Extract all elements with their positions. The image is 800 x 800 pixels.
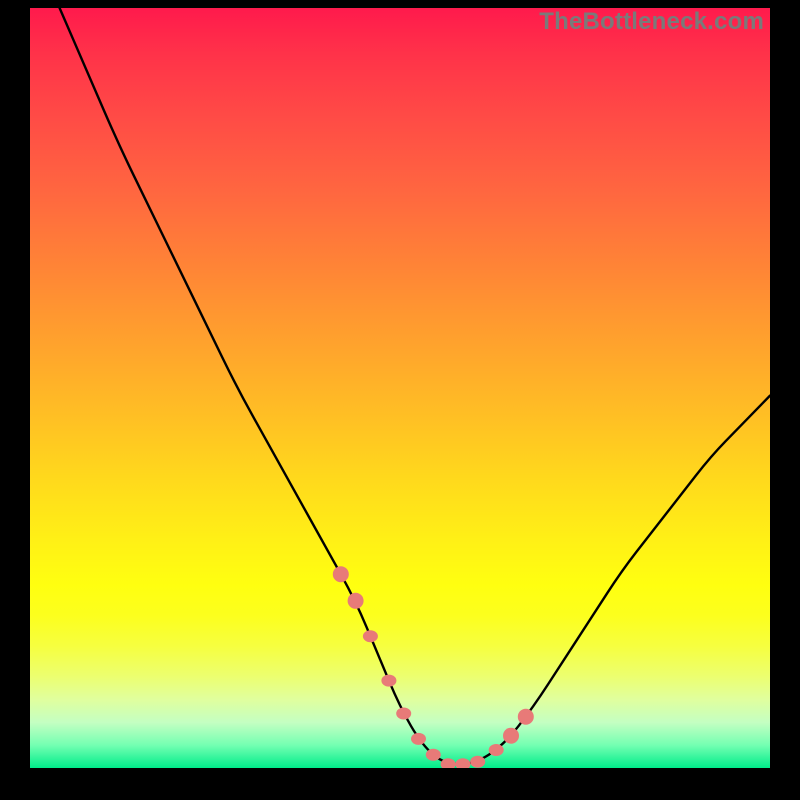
plot-area bbox=[30, 8, 770, 768]
bottleneck-curve bbox=[60, 8, 770, 764]
bead-markers bbox=[333, 566, 534, 768]
curve-layer bbox=[30, 8, 770, 768]
watermark-text: TheBottleneck.com bbox=[539, 8, 764, 36]
chart-frame: TheBottleneck.com bbox=[0, 0, 800, 800]
